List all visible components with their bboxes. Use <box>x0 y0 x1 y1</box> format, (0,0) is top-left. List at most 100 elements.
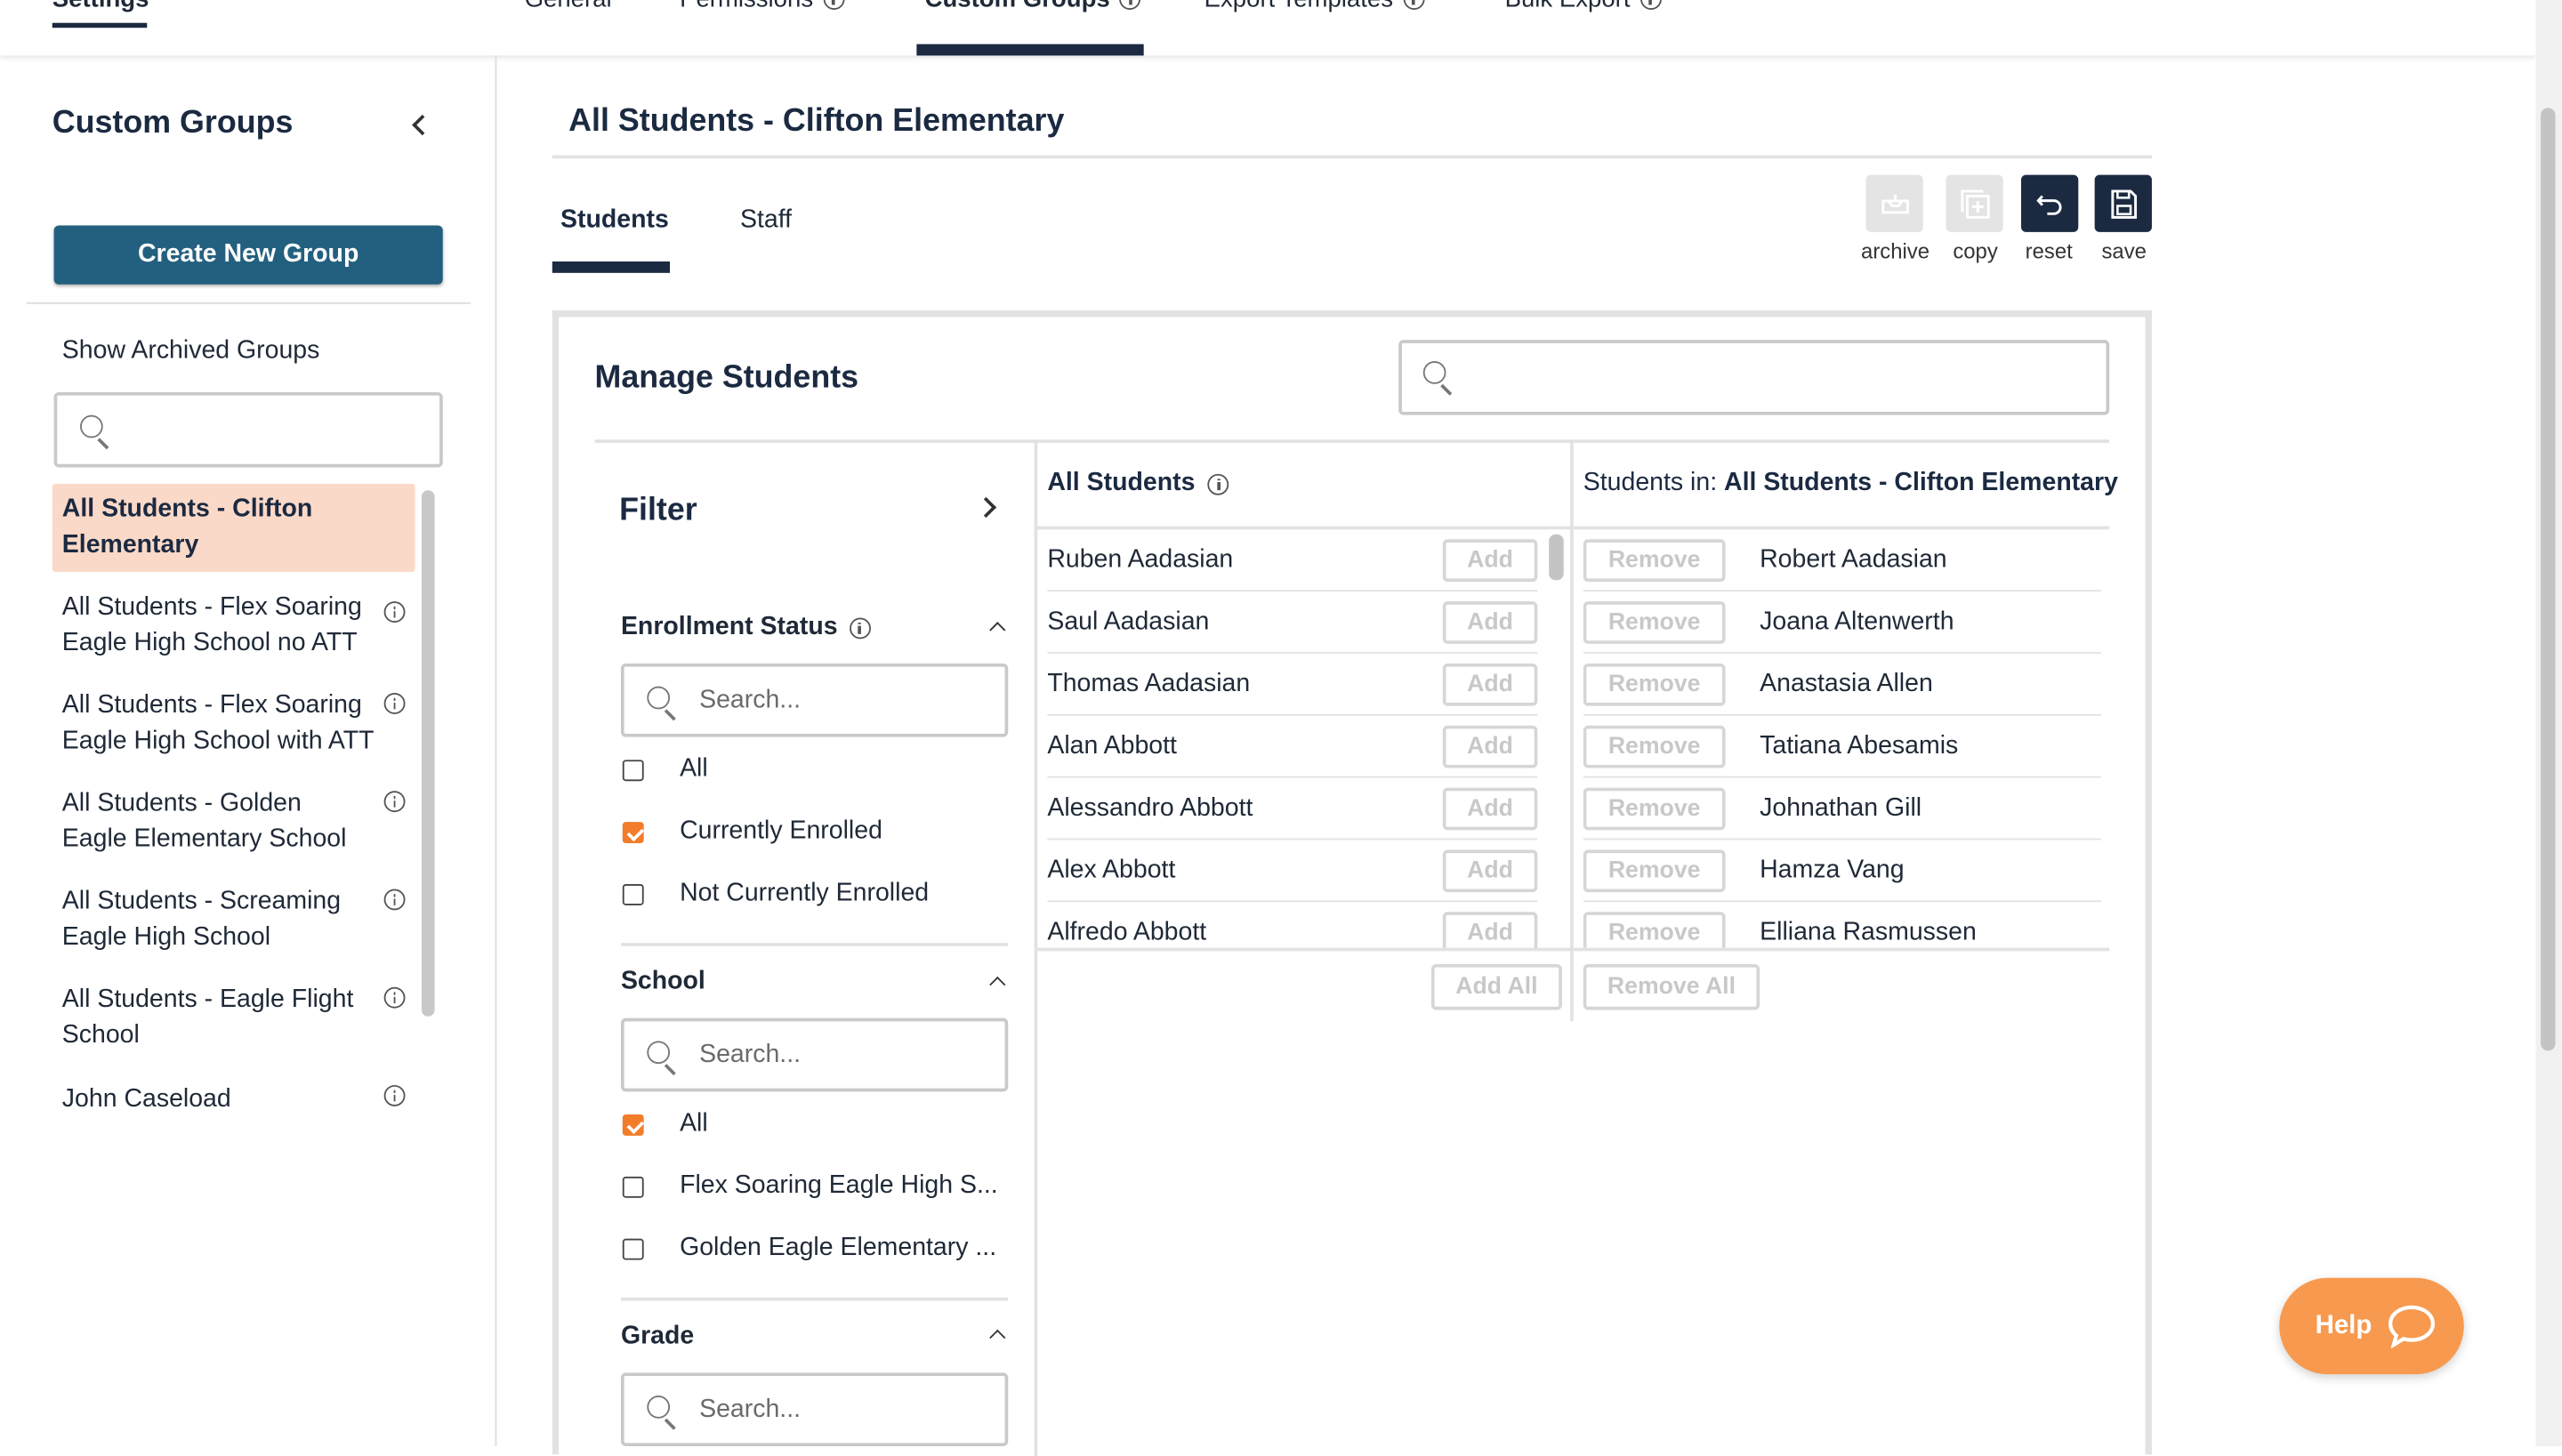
reset-button[interactable] <box>2020 174 2079 232</box>
help-button[interactable]: Help <box>2279 1277 2464 1375</box>
add-button[interactable]: Add <box>1442 849 1538 892</box>
group-item[interactable]: All Students - Golden Eagle Elementary S… <box>52 784 415 911</box>
enrollment-status-header[interactable]: Enrollment Status <box>620 612 871 642</box>
table-row: Remove Johnathan Gill <box>1583 778 2101 841</box>
archive-label: archive <box>1861 238 1930 263</box>
tab-general[interactable]: General <box>525 0 612 13</box>
group-item[interactable]: All Students - Flex Soaring Eagle High S… <box>52 588 415 714</box>
collapse-chevron-icon[interactable] <box>412 114 433 136</box>
copy-icon <box>1960 189 1989 218</box>
group-item[interactable]: John Caseload <box>52 1080 415 1108</box>
add-button[interactable]: Add <box>1442 600 1538 643</box>
add-button[interactable]: Add <box>1442 911 1538 948</box>
group-search-input[interactable] <box>53 391 443 468</box>
remove-button[interactable]: Remove <box>1583 911 1726 948</box>
all-students-header: All Students <box>1047 469 1229 498</box>
save-icon <box>2110 189 2137 218</box>
student-name: Saul Aadasian <box>1047 607 1210 635</box>
table-row: Ruben Aadasian Add <box>1047 529 1538 592</box>
grade-title[interactable]: Grade <box>621 1322 694 1351</box>
remove-all-button[interactable]: Remove All <box>1583 964 1760 1010</box>
info-icon[interactable] <box>1403 0 1424 11</box>
student-name: Tatiana Abesamis <box>1760 731 1959 760</box>
group-item-label: All Students - Golden Eagle Elementary S… <box>61 789 347 854</box>
checkbox-golden-eagle[interactable] <box>622 1238 644 1260</box>
remove-button[interactable]: Remove <box>1583 786 1726 830</box>
student-name: Joana Altenwerth <box>1760 607 1954 635</box>
group-item-label: All Students - Flex Soaring Eagle High S… <box>61 691 375 755</box>
table-row: Remove Joana Altenwerth <box>1583 591 2101 654</box>
create-new-group-button[interactable]: Create New Group <box>53 225 443 285</box>
help-label: Help <box>2315 1311 2373 1339</box>
tab-export-templates[interactable]: Export Templates <box>1204 0 1424 13</box>
tab-students[interactable]: Students <box>560 205 669 235</box>
remove-button[interactable]: Remove <box>1583 849 1726 892</box>
group-students-list: Remove Robert Aadasian Remove Joana Altenw… <box>1583 529 2101 948</box>
search-icon <box>647 1396 671 1419</box>
school-search-input[interactable]: Search... <box>620 1018 1009 1092</box>
info-icon[interactable] <box>1640 0 1662 11</box>
checkbox-label: Currently Enrolled <box>680 816 882 845</box>
tab-permissions[interactable]: Permissions <box>680 0 844 13</box>
add-button[interactable]: Add <box>1442 786 1538 830</box>
group-item[interactable]: All Students - Eagle Flight School <box>52 980 415 1106</box>
copy-button[interactable] <box>1946 174 2003 232</box>
info-icon[interactable] <box>1208 472 1229 495</box>
checkbox-label: Flex Soaring Eagle High S... <box>680 1171 998 1200</box>
add-button[interactable]: Add <box>1442 538 1538 582</box>
all-students-list: Ruben Aadasian Add Saul Aadasian Add Thoma… <box>1037 529 1543 948</box>
save-button[interactable] <box>2094 174 2152 232</box>
add-all-button[interactable]: Add All <box>1430 964 1562 1010</box>
table-row: Thomas Aadasian Add <box>1047 654 1538 716</box>
show-archived-groups-link[interactable]: Show Archived Groups <box>62 336 320 366</box>
checkbox-flex-soaring-eagle[interactable] <box>622 1176 644 1198</box>
active-tab-indicator <box>916 44 1144 56</box>
checkbox-currently-enrolled[interactable] <box>622 822 644 844</box>
remove-button[interactable]: Remove <box>1583 663 1726 705</box>
tab-settings-label: Settings <box>52 0 149 13</box>
info-icon[interactable] <box>1119 0 1141 11</box>
tab-bulk-export[interactable]: Bulk Export <box>1505 0 1662 13</box>
student-name: Alessandro Abbott <box>1047 793 1253 822</box>
group-item[interactable]: All Students - Screaming Eagle High Scho… <box>52 882 415 1009</box>
table-row: Remove Tatiana Abesamis <box>1583 716 2101 778</box>
search-placeholder: Search... <box>699 1396 802 1424</box>
tab-staff[interactable]: Staff <box>740 205 792 235</box>
remove-button[interactable]: Remove <box>1583 538 1726 582</box>
student-search-input[interactable] <box>1398 340 2110 415</box>
add-button[interactable]: Add <box>1442 663 1538 705</box>
student-name: Thomas Aadasian <box>1047 669 1251 697</box>
archive-button[interactable] <box>1865 174 1923 232</box>
checkbox-school-all[interactable] <box>622 1114 644 1136</box>
group-students-prefix: Students in: <box>1583 469 1725 497</box>
tab-settings[interactable]: Settings <box>52 0 149 13</box>
tab-custom-groups[interactable]: Custom Groups <box>925 0 1141 13</box>
student-name: Hamza Vang <box>1760 855 1905 884</box>
group-item[interactable]: All Students - Flex Soaring Eagle High S… <box>52 687 415 813</box>
remove-button[interactable]: Remove <box>1583 724 1726 768</box>
add-button[interactable]: Add <box>1442 724 1538 768</box>
grade-search-input[interactable]: Search... <box>620 1372 1009 1447</box>
checkbox-enrollment-all[interactable] <box>622 760 644 782</box>
list-scrollbar-thumb[interactable] <box>1549 534 1564 581</box>
filter-section-divider <box>620 1297 1009 1301</box>
save-label: save <box>2101 238 2147 263</box>
student-name: Anastasia Allen <box>1760 669 1933 697</box>
enrollment-search-input[interactable]: Search... <box>620 663 1009 737</box>
student-name: Johnathan Gill <box>1760 793 1922 822</box>
all-students-title: All Students <box>1047 469 1196 497</box>
group-item-selected[interactable]: All Students - Clifton Elementary <box>52 483 415 623</box>
sidebar: Custom Groups Create New Group Show Arch… <box>0 55 497 1447</box>
checkbox-label: All <box>680 754 708 784</box>
group-list-scrollbar[interactable] <box>421 490 435 1017</box>
info-icon[interactable] <box>823 0 844 11</box>
page-scrollbar-thumb[interactable] <box>2541 108 2556 1051</box>
school-title[interactable]: School <box>621 968 705 997</box>
checkbox-not-currently-enrolled[interactable] <box>622 883 644 905</box>
group-item-label: All Students - Flex Soaring Eagle High S… <box>61 592 362 657</box>
archive-icon <box>1881 193 1908 213</box>
info-icon[interactable] <box>849 616 871 639</box>
list-footer-divider <box>1037 947 2110 952</box>
enrollment-status-title: Enrollment Status <box>620 612 838 641</box>
remove-button[interactable]: Remove <box>1583 600 1726 643</box>
